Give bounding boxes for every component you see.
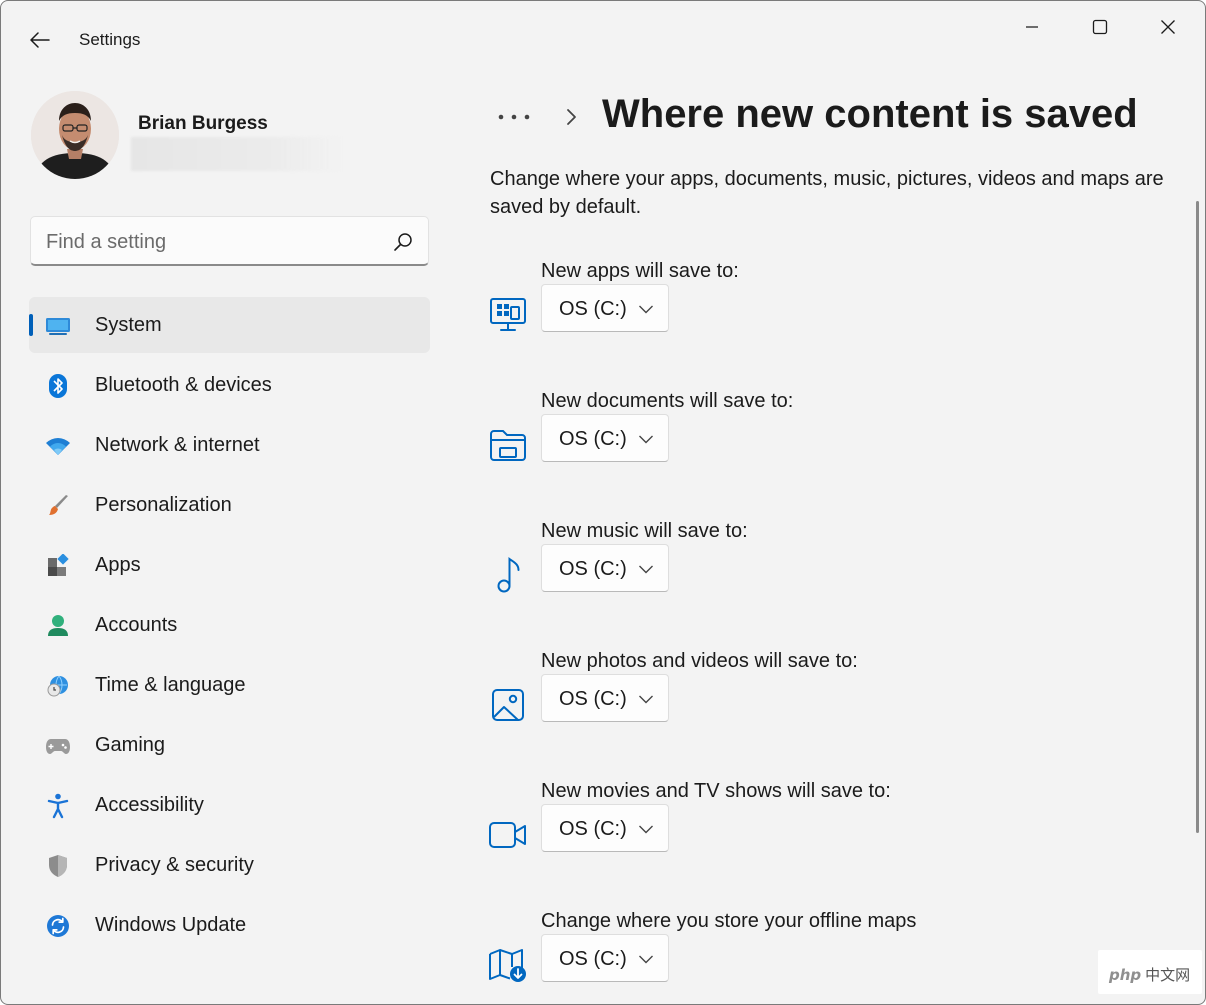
chevron-down-icon [639, 435, 653, 444]
settings-window: Settings Brian Burgess Find a setting Sy… [0, 0, 1206, 1005]
dropdown-value: OS (C:) [559, 428, 627, 450]
sidebar-item-gaming[interactable]: Gaming [29, 717, 430, 773]
minimize-icon [1026, 26, 1038, 28]
scrollbar[interactable] [1196, 201, 1199, 833]
setting-row-maps: Change where you store your offline maps… [488, 910, 988, 1004]
folder-icon [488, 425, 528, 465]
setting-label: New photos and videos will save to: [541, 650, 858, 672]
sidebar-item-label: Personalization [95, 494, 232, 516]
documents-location-dropdown[interactable]: OS (C:) [541, 414, 669, 462]
title-bar: Settings [1, 1, 1205, 71]
sidebar-item-label: Accounts [95, 614, 178, 636]
setting-row-movies: New movies and TV shows will save to: OS… [488, 780, 988, 890]
setting-row-documents: New documents will save to: OS (C:) [488, 390, 988, 500]
profile-email-redacted [131, 137, 341, 171]
map-download-icon [488, 945, 528, 985]
monitor-icon [44, 312, 72, 340]
sidebar-item-privacy-security[interactable]: Privacy & security [29, 837, 430, 893]
dropdown-value: OS (C:) [559, 558, 627, 580]
sidebar-item-label: Apps [95, 554, 141, 576]
sidebar-item-time-language[interactable]: Time & language [29, 657, 430, 713]
page-description: Change where your apps, documents, music… [490, 168, 1164, 218]
sidebar-item-network[interactable]: Network & internet [29, 417, 430, 473]
chevron-down-icon [639, 565, 653, 574]
watermark-text: 中文网 [1145, 967, 1191, 984]
dropdown-value: OS (C:) [559, 298, 627, 320]
chevron-down-icon [639, 305, 653, 314]
app-title: Settings [79, 30, 141, 49]
close-icon [1161, 20, 1175, 34]
sidebar-item-label: Accessibility [95, 794, 204, 816]
bluetooth-icon [44, 372, 72, 400]
sidebar-item-label: Gaming [95, 734, 166, 756]
search-input[interactable] [46, 229, 366, 255]
sidebar-item-personalization[interactable]: Personalization [29, 477, 430, 533]
sidebar-item-label: Bluetooth & devices [95, 374, 272, 396]
setting-label: New apps will save to: [541, 260, 739, 282]
apps-location-dropdown[interactable]: OS (C:) [541, 284, 669, 332]
sidebar-item-label: Network & internet [95, 434, 260, 456]
setting-label: New movies and TV shows will save to: [541, 780, 891, 802]
close-button[interactable] [1145, 9, 1191, 45]
setting-label: New music will save to: [541, 520, 748, 542]
setting-row-photos: New photos and videos will save to: OS (… [488, 650, 988, 760]
accessibility-icon [44, 792, 72, 820]
chevron-down-icon [639, 695, 653, 704]
sidebar-item-bluetooth[interactable]: Bluetooth & devices [29, 357, 430, 413]
setting-row-apps: New apps will save to: OS (C:) [488, 260, 988, 370]
watermark: php 中文网 [1098, 950, 1202, 994]
back-button[interactable] [23, 23, 57, 57]
person-icon [44, 612, 72, 640]
image-icon [488, 685, 528, 725]
page-title: Where new content is saved [602, 92, 1138, 136]
gamepad-icon [44, 732, 72, 760]
maximize-icon [1092, 19, 1108, 35]
video-camera-icon [488, 815, 528, 855]
search-icon[interactable] [392, 231, 414, 253]
active-indicator [29, 314, 33, 336]
music-location-dropdown[interactable]: OS (C:) [541, 544, 669, 592]
setting-row-music: New music will save to: OS (C:) [488, 520, 988, 630]
photos-location-dropdown[interactable]: OS (C:) [541, 674, 669, 722]
maximize-button[interactable] [1077, 9, 1123, 45]
sidebar-item-label: Time & language [95, 674, 246, 696]
apps-icon [44, 552, 72, 580]
user-photo [31, 91, 119, 179]
sidebar-item-system[interactable]: System [29, 297, 430, 353]
sidebar-item-accounts[interactable]: Accounts [29, 597, 430, 653]
shield-icon [44, 852, 72, 880]
maps-location-dropdown[interactable]: OS (C:) [541, 934, 669, 982]
sidebar-item-label: System [95, 314, 162, 336]
globe-clock-icon [44, 672, 72, 700]
search-box[interactable] [30, 216, 429, 266]
arrow-left-icon [30, 32, 50, 48]
music-note-icon [488, 555, 528, 595]
watermark-logo: php [1109, 966, 1142, 984]
sidebar-item-accessibility[interactable]: Accessibility [29, 777, 430, 833]
sidebar-item-windows-update[interactable]: Windows Update [29, 897, 430, 953]
sidebar-item-label: Privacy & security [95, 854, 254, 876]
avatar[interactable] [31, 91, 119, 179]
more-icon[interactable] [497, 107, 531, 127]
dropdown-value: OS (C:) [559, 688, 627, 710]
chevron-down-icon [639, 955, 653, 964]
setting-label: Change where you store your offline maps [541, 910, 917, 932]
chevron-right-icon [567, 109, 576, 125]
dropdown-value: OS (C:) [559, 948, 627, 970]
sync-icon [44, 912, 72, 940]
sidebar-item-apps[interactable]: Apps [29, 537, 430, 593]
apps-monitor-icon [488, 295, 528, 335]
movies-location-dropdown[interactable]: OS (C:) [541, 804, 669, 852]
dropdown-value: OS (C:) [559, 818, 627, 840]
wifi-icon [44, 432, 72, 460]
paintbrush-icon [44, 492, 72, 520]
sidebar-item-label: Windows Update [95, 914, 247, 936]
sidebar-nav: System Bluetooth & devices Network & int… [29, 297, 430, 957]
minimize-button[interactable] [1009, 9, 1055, 45]
chevron-down-icon [639, 825, 653, 834]
setting-label: New documents will save to: [541, 390, 794, 412]
profile-name: Brian Burgess [138, 113, 268, 134]
